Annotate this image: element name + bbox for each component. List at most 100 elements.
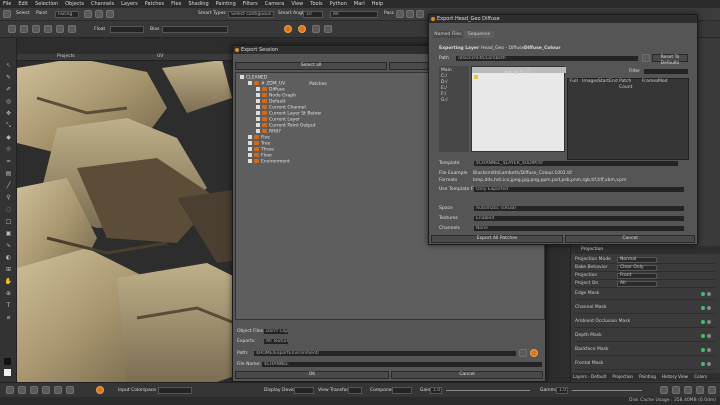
brush-tool-icon[interactable]: ✐ [4,86,13,93]
smart-types-field[interactable]: Select contiguous Shapes [228,11,274,18]
checkbox[interactable] [248,159,252,163]
column-header[interactable]: Images [580,79,598,85]
column-header[interactable]: Patch Count [617,79,640,90]
mask-row[interactable]: Channel Mask [575,302,715,314]
menu-tools[interactable]: Tools [310,1,322,7]
checkbox[interactable] [240,75,244,79]
menu-shading[interactable]: Shading [188,1,208,7]
project-tool-icon[interactable]: ⊞ [4,266,13,273]
bake-icon[interactable] [324,25,332,33]
checkbox[interactable] [256,105,260,109]
rect-tool-icon[interactable]: □ [4,218,13,225]
float-field[interactable] [110,26,144,33]
visibility-icon[interactable] [707,362,711,366]
menu-patches[interactable]: Patches [145,1,164,7]
enabled-icon[interactable] [701,334,705,338]
paint-buffer-icon[interactable] [298,25,306,33]
checkbox[interactable] [248,141,252,145]
ortho-icon[interactable] [54,386,62,394]
column-header[interactable]: Mod [656,79,668,85]
exports-field[interactable]: All Textures [263,338,289,345]
export-all-patches-button[interactable]: Export All Patches [431,235,563,243]
enabled-icon[interactable] [701,362,705,366]
enabled-icon[interactable] [701,348,705,352]
camera-icon[interactable] [32,25,40,33]
stamp-tool-icon[interactable]: ▣ [4,230,13,237]
checkbox[interactable] [256,99,260,103]
menu-objects[interactable]: Objects [65,1,84,7]
menu-camera[interactable]: Camera [265,1,285,7]
fill-icon[interactable] [106,10,114,18]
gain-field[interactable]: 1.0 [430,387,442,394]
enabled-icon[interactable] [701,306,705,310]
visibility-icon[interactable] [707,306,711,310]
line-tool-icon[interactable]: ╱ [4,182,13,189]
checkbox[interactable] [256,117,260,121]
eyedrop-tool-icon[interactable]: ⌀ [4,314,13,321]
grab-tool-icon[interactable]: ✋ [4,278,13,285]
menu-help[interactable]: Help [372,1,383,7]
checkbox[interactable] [256,87,260,91]
menu-layers[interactable]: Layers [121,1,138,7]
frame-icon[interactable] [42,386,50,394]
folder-icon[interactable] [642,54,650,62]
drive-item[interactable]: C:/ [441,74,447,79]
path-field[interactable]: $HOME/ExportEnvironment/ [253,350,517,357]
tab-uv[interactable]: UV [157,54,163,59]
property-value-field[interactable]: Front [617,273,657,279]
split-icon[interactable] [684,386,692,394]
pass-icon[interactable] [396,10,404,18]
textures-field[interactable]: Enabled [473,215,685,222]
pin-tool-icon[interactable]: ⚲ [4,194,13,201]
shade-icon[interactable] [44,25,52,33]
visibility-icon[interactable] [707,334,711,338]
column-header[interactable]: End [607,79,618,85]
undo-icon[interactable] [8,25,16,33]
smear-tool-icon[interactable]: ≈ [4,158,13,165]
browse-icon[interactable] [530,349,538,357]
mask-row[interactable]: Frontal Mask [575,358,715,370]
checkbox[interactable] [248,147,252,151]
mask-row[interactable]: Edge Mask [575,288,715,300]
bias-field[interactable] [162,26,228,33]
all-field[interactable]: All [330,11,378,18]
mask-row[interactable]: Ambient Occlusion Mask [575,316,715,328]
select-tool-icon[interactable]: ↖ [4,62,13,69]
color-icon[interactable] [96,386,104,394]
redo-icon[interactable] [20,25,28,33]
enabled-icon[interactable] [701,320,705,324]
checkbox[interactable] [248,153,252,157]
panel-tab[interactable]: Projection [612,373,633,381]
menu-file[interactable]: File [3,1,11,7]
file-browser[interactable] [471,66,566,152]
zoom-tool-icon[interactable]: ⊕ [4,290,13,297]
panel-tab[interactable]: Layers - Default [573,373,606,381]
menu-python[interactable]: Python [330,1,347,7]
property-value-field[interactable]: Normal [617,257,657,263]
enabled-icon[interactable] [701,292,705,296]
pan-icon[interactable] [18,386,26,394]
display-device-field[interactable] [294,387,314,394]
gamma-field[interactable]: 1.0 [556,387,568,394]
checkbox[interactable] [248,135,252,139]
projection-header[interactable]: Projection [571,246,720,254]
template-field[interactable]: $CHANNEL_$LAYER_$UDIM.tif [473,160,679,167]
input-colorspace-field[interactable] [158,387,192,394]
grid-icon[interactable] [68,25,76,33]
tab-named-files[interactable]: Named Files [433,31,463,38]
menu-edit[interactable]: Edit [18,1,28,7]
menu-channels[interactable]: Channels [91,1,114,7]
visibility-icon[interactable] [707,348,711,352]
lights-icon[interactable] [66,386,74,394]
column-header[interactable]: Frames [640,79,658,85]
clone-tool-icon[interactable]: ◎ [4,98,13,105]
column-header[interactable]: Start [596,79,609,85]
mask-row[interactable]: Depth Mask [575,330,715,342]
menu-painting[interactable]: Painting [216,1,236,7]
cancel-button[interactable]: Cancel [391,371,543,379]
tab-sequence[interactable]: Sequence [464,31,494,38]
channel-icon[interactable] [696,386,704,394]
options-icon[interactable] [416,10,424,18]
select-all-button[interactable]: Select all [235,62,387,70]
menu-flex[interactable]: Flex [171,1,181,7]
